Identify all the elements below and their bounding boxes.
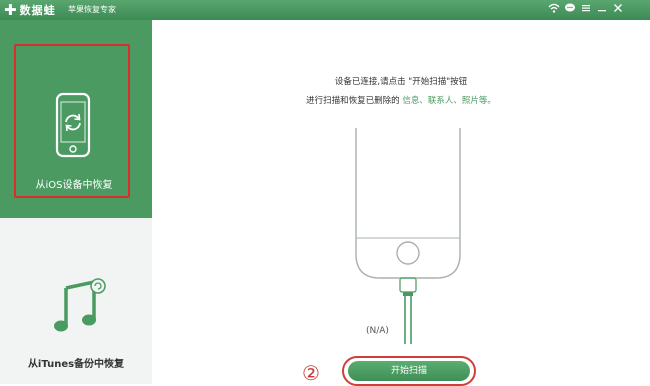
phone-refresh-icon <box>55 92 91 158</box>
app-logo: ✚ 数据蛙 <box>4 2 56 18</box>
sidebar-item-itunes-backup[interactable]: 从iTunes备份中恢复 <box>0 218 152 384</box>
main-panel: 设备已连接,请点击 "开始扫描"按钮 进行扫描和恢复已删除的 信息、联系人、照片… <box>152 20 650 386</box>
title-bar: ✚ 数据蛙 苹果恢复专家 <box>0 0 650 20</box>
sidebar: 从iOS设备中恢复 从iTunes备份中恢复 <box>0 20 162 384</box>
close-icon[interactable] <box>612 2 624 16</box>
sidebar-item-label: 从iOS设备中恢复 <box>35 180 113 191</box>
sidebar-item-ios-device[interactable]: 从iOS设备中恢复 <box>0 20 162 218</box>
app-subtitle: 苹果恢复专家 <box>68 5 116 14</box>
instruction-line-2: 进行扫描和恢复已删除的 信息、联系人、照片等。 <box>152 94 650 106</box>
step-marker-2: ② <box>302 361 320 385</box>
highlight-box-ios: 从iOS设备中恢复 <box>14 44 130 198</box>
device-status: (N/A) <box>366 326 389 336</box>
music-note-icon <box>54 278 106 332</box>
wifi-icon[interactable] <box>548 2 560 16</box>
plus-logo-icon: ✚ <box>4 0 17 19</box>
minimize-icon[interactable] <box>596 2 608 16</box>
instruction-highlight: 信息、联系人、照片等。 <box>402 96 496 106</box>
chat-icon[interactable] <box>564 2 576 16</box>
start-scan-button[interactable]: 开始扫描 <box>348 361 470 381</box>
app-name: 数据蛙 <box>19 4 56 17</box>
window-controls <box>548 2 624 16</box>
highlight-box-scan: 开始扫描 <box>342 356 476 386</box>
instruction-line-1: 设备已连接,请点击 "开始扫描"按钮 <box>334 77 468 87</box>
instruction-text: 进行扫描和恢复已删除的 <box>306 96 403 106</box>
menu-icon[interactable] <box>580 2 592 16</box>
sidebar-item-label: 从iTunes备份中恢复 <box>27 359 125 370</box>
phone-illustration <box>355 128 461 344</box>
